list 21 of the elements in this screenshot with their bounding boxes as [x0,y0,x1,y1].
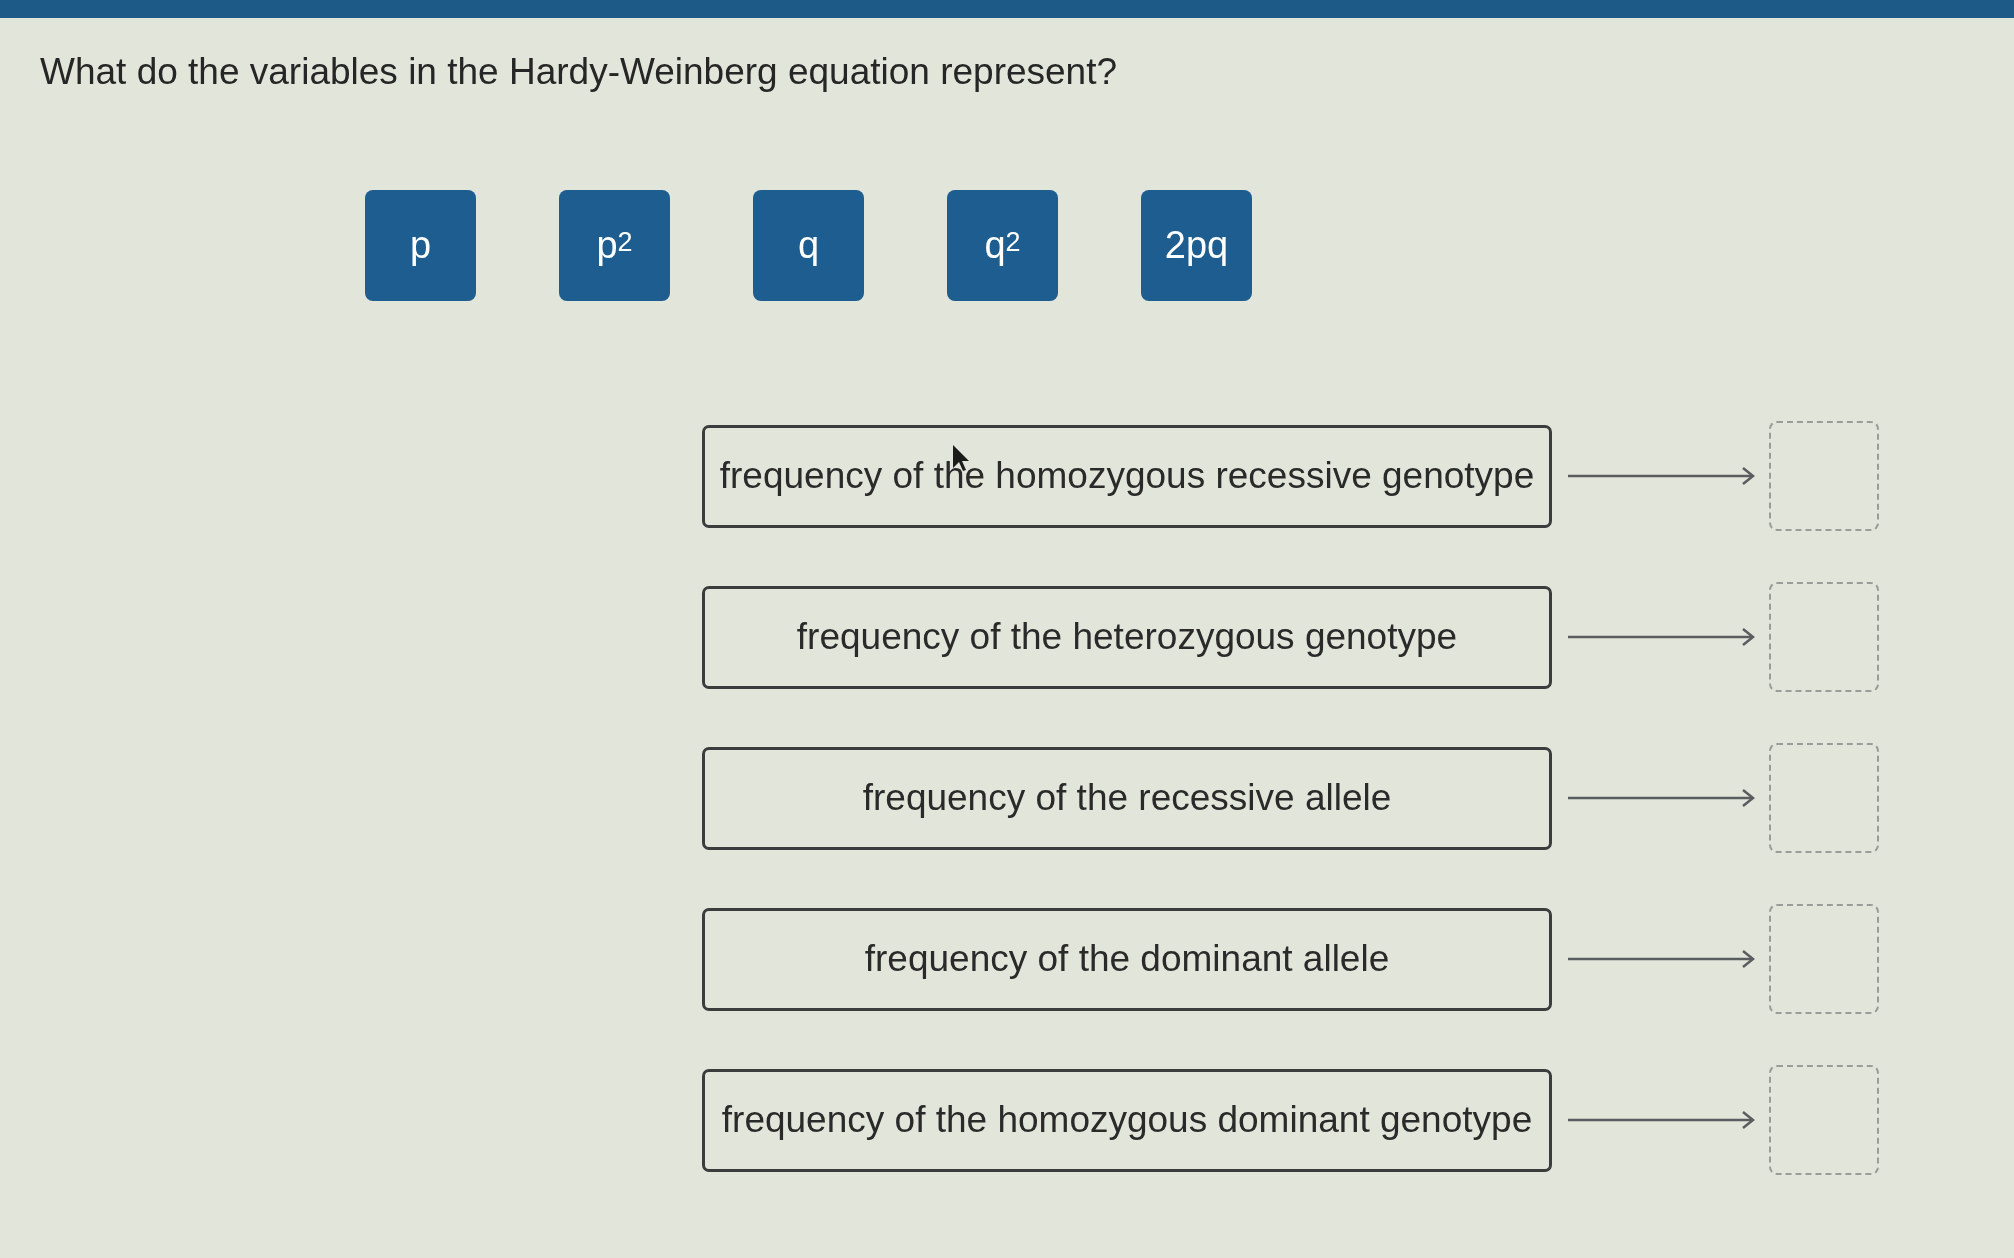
statement-card: frequency of the dominant allele [702,907,1552,1011]
statement-card: frequency of the heterozygous genotype [702,585,1552,689]
drop-target-field[interactable] [1769,421,1879,531]
arrow-icon [1568,788,1755,808]
answer-tile[interactable]: q$^{2}$ [947,190,1058,301]
drop-target-field[interactable] [1769,743,1879,853]
arrow-icon [1568,466,1755,486]
answer-tile[interactable]: p [365,190,476,301]
statement-card: frequency of the homozygous dominant genotype [702,1068,1552,1172]
question-text: What do the variables in the Hardy-Weinberg equation represent? [40,50,1118,94]
answer-tile[interactable]: p$^{2}$ [559,190,670,301]
drop-target-field[interactable] [1769,582,1879,692]
drop-target-field[interactable] [1769,904,1879,1014]
drop-target-field[interactable] [1769,1065,1879,1175]
statement-card: frequency of the homozygous recessive genotype [702,424,1552,528]
arrow-icon [1568,949,1755,969]
answer-tile[interactable]: q [753,190,864,301]
arrow-icon [1568,627,1755,647]
answer-tile[interactable]: 2pq [1141,190,1252,301]
statement-card: frequency of the recessive allele [702,746,1552,850]
arrow-icon [1568,1110,1755,1130]
